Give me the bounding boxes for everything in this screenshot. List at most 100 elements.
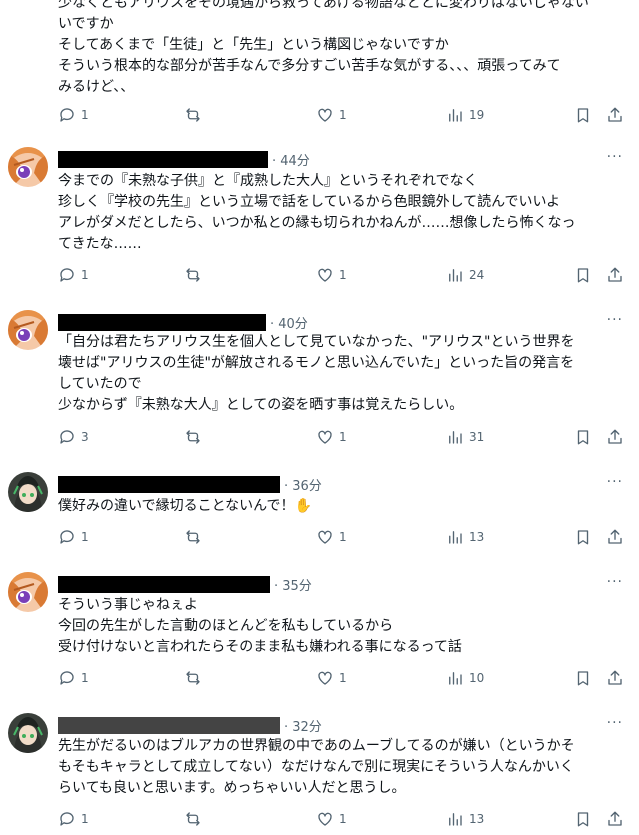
likes-count: 1 (339, 812, 347, 826)
share-icon (606, 528, 624, 546)
post-text-line: 今回の先生がした言動のほとんどを私もしているから (58, 618, 394, 634)
share-icon (606, 106, 624, 124)
repost-icon (184, 528, 207, 546)
replies-count: 1 (81, 268, 89, 282)
reply-button[interactable]: 1 (58, 528, 89, 546)
share-button[interactable] (606, 528, 624, 546)
post-header: · 44分 (58, 149, 310, 169)
post-text-line: てきたな…… (58, 236, 142, 252)
avatar[interactable] (8, 472, 48, 512)
post-text: そういう事じゃねぇよ 今回の先生がした言動のほとんどを私もしているから 受け付け… (58, 595, 628, 658)
like-button[interactable]: 1 (316, 669, 347, 687)
action-bar: 3 1 31 (58, 428, 630, 450)
views-icon (446, 669, 469, 687)
post-header: · 36分 (58, 474, 322, 494)
action-bar: 1 1 24 (58, 266, 630, 288)
more-options-button[interactable]: ··· (607, 474, 623, 490)
repost-button[interactable] (184, 528, 207, 546)
post-time[interactable]: · 36分 (284, 475, 322, 494)
bookmark-button[interactable] (574, 106, 592, 124)
views-button[interactable]: 13 (446, 528, 484, 546)
bookmark-icon (574, 266, 592, 284)
post-text-line: 珍しく『学校の先生』という立場で話をしているから色眼鏡外して読んでいいよ (58, 194, 561, 210)
action-bar: 1 1 13 (58, 528, 630, 550)
like-button[interactable]: 1 (316, 528, 347, 546)
action-bar: 1 1 10 (58, 669, 630, 691)
bookmark-icon (574, 669, 592, 687)
more-options-button[interactable]: ··· (607, 574, 623, 590)
share-button[interactable] (606, 266, 624, 284)
redacted-username (58, 313, 266, 331)
post-text-line: 少なくともアリウスをその境遇から救ってあげる物語などとに変わりはないじゃない (58, 0, 589, 11)
views-icon (446, 528, 469, 546)
replies-count: 1 (81, 671, 89, 685)
bookmark-icon (574, 428, 592, 446)
reply-button[interactable]: 3 (58, 428, 89, 446)
like-button[interactable]: 1 (316, 106, 347, 124)
bookmark-button[interactable] (574, 810, 592, 828)
reply-button[interactable]: 1 (58, 669, 89, 687)
reply-button[interactable]: 1 (58, 266, 89, 284)
views-count: 19 (469, 108, 485, 122)
likes-count: 1 (339, 430, 347, 444)
post-time[interactable]: · 32分 (284, 716, 322, 735)
redacted-username (58, 150, 268, 168)
views-button[interactable]: 24 (446, 266, 484, 284)
reply-button[interactable]: 1 (58, 810, 89, 828)
like-button[interactable]: 1 (316, 266, 347, 284)
post-header: · 35分 (58, 574, 312, 594)
post-time[interactable]: · 40分 (270, 313, 308, 332)
share-icon (606, 266, 624, 284)
redacted-username (58, 716, 280, 734)
repost-icon (184, 810, 207, 828)
more-options-button[interactable]: ··· (607, 312, 623, 328)
avatar[interactable] (8, 310, 48, 350)
repost-button[interactable] (184, 266, 207, 284)
post-text: 今までの『未熟な子供』と『成熟した大人』というそれぞれでなく 珍しく『学校の先生… (58, 171, 628, 255)
avatar[interactable] (8, 713, 48, 753)
replies-count: 1 (81, 108, 89, 122)
share-button[interactable] (606, 669, 624, 687)
avatar[interactable] (8, 147, 48, 187)
repost-button[interactable] (184, 669, 207, 687)
views-icon (446, 428, 469, 446)
repost-button[interactable] (184, 810, 207, 828)
avatar[interactable] (8, 572, 48, 612)
share-button[interactable] (606, 810, 624, 828)
bookmark-button[interactable] (574, 528, 592, 546)
reply-icon (58, 106, 81, 124)
reply-icon (58, 810, 81, 828)
share-button[interactable] (606, 106, 624, 124)
share-icon (606, 810, 624, 828)
bookmark-button[interactable] (574, 266, 592, 284)
views-icon (446, 266, 469, 284)
post-text-line: 「自分は君たちアリウス生を個人として見ていなかった、"アリウス"という世界を (58, 334, 575, 350)
post-time[interactable]: · 44分 (272, 150, 310, 169)
more-options-button[interactable]: ··· (607, 715, 623, 731)
bookmark-button[interactable] (574, 669, 592, 687)
more-options-button[interactable]: ··· (607, 149, 623, 165)
like-button[interactable]: 1 (316, 428, 347, 446)
reply-icon (58, 528, 81, 546)
views-count: 13 (469, 530, 485, 544)
post-text-line: 壊せば"アリウスの生徒"が解放されるモノと思い込んでいた」といった旨の発言を (58, 355, 575, 371)
post-time[interactable]: · 35分 (274, 575, 312, 594)
bookmark-button[interactable] (574, 428, 592, 446)
action-bar: 1 1 13 (58, 810, 630, 832)
repost-button[interactable] (184, 106, 207, 124)
views-button[interactable]: 13 (446, 810, 484, 828)
views-button[interactable]: 31 (446, 428, 484, 446)
post-text-line: していたので (58, 376, 142, 392)
views-button[interactable]: 19 (446, 106, 484, 124)
share-icon (606, 669, 624, 687)
reply-button[interactable]: 1 (58, 106, 89, 124)
share-button[interactable] (606, 428, 624, 446)
repost-button[interactable] (184, 428, 207, 446)
likes-count: 1 (339, 530, 347, 544)
repost-icon (184, 669, 207, 687)
action-bar: 1 1 19 (58, 106, 630, 128)
likes-count: 1 (339, 268, 347, 282)
like-button[interactable]: 1 (316, 810, 347, 828)
post-text-line: そしてあくまで「生徒」と「先生」という構図じゃないですか (58, 37, 449, 53)
views-button[interactable]: 10 (446, 669, 484, 687)
